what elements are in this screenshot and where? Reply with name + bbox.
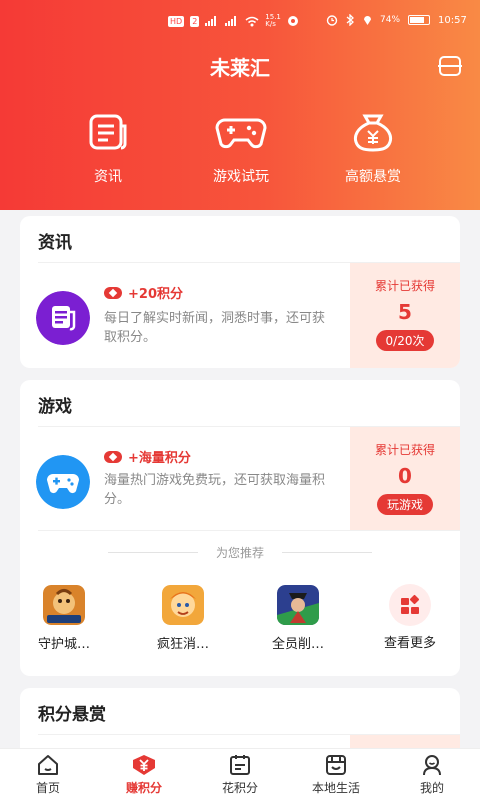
news-count-button[interactable]: 0/20次	[375, 330, 435, 351]
news-desc: 每日了解实时新闻，洞悉时事，还可获取积分。	[104, 311, 326, 345]
store-icon	[326, 755, 346, 775]
network-speed: 15.1 K/s	[265, 13, 281, 28]
wifi-icon	[245, 16, 259, 26]
header: HD 2 15.1 K/s 74% 10:57 未莱汇 资讯 游戏试玩 高额悬赏	[0, 0, 480, 210]
divider	[38, 530, 460, 531]
game-task-icon	[36, 455, 90, 509]
hd-badge: HD	[168, 15, 185, 27]
game-1-name: 守护城…	[37, 637, 90, 652]
view-more-label: 查看更多	[383, 636, 436, 651]
games-task-row[interactable]: +海量积分 海量热门游戏免费玩，还可获取海量积分。 累计已获得 0 玩游戏	[20, 427, 460, 530]
grid-icon	[389, 584, 431, 626]
scan-icon[interactable]	[438, 55, 462, 77]
battery-icon	[408, 15, 431, 25]
notification-icon	[287, 16, 298, 26]
game-2-thumbnail	[162, 585, 204, 625]
games-reward-text: +海量积分	[128, 451, 191, 466]
yen-icon	[133, 755, 155, 775]
tab-earn-points[interactable]: 赚积分	[96, 753, 192, 796]
games-section-title: 游戏	[38, 397, 72, 417]
status-bar: HD 2 15.1 K/s 74% 10:57	[0, 10, 480, 34]
games-desc: 海量热门游戏免费玩，还可获取海量积分。	[104, 473, 326, 507]
news-icon	[89, 114, 127, 150]
play-games-button[interactable]: 玩游戏	[376, 494, 433, 515]
games-earn-label: 累计已获得	[374, 443, 435, 457]
game-item-2[interactable]: 疯狂消…	[138, 585, 228, 652]
profile-icon	[423, 755, 441, 776]
tab-home[interactable]: 首页	[0, 753, 96, 796]
tab-profile-label: 我的	[419, 781, 444, 795]
signal-icon	[205, 16, 219, 26]
clock: 10:57	[438, 14, 467, 26]
game-3-thumbnail	[277, 585, 319, 625]
game-item-3[interactable]: 全员削…	[253, 585, 343, 652]
sim-badge: 2	[190, 15, 200, 27]
news-reward: +20积分	[104, 283, 183, 302]
alarm-icon	[326, 15, 338, 26]
games-section: 游戏 +海量积分 海量热门游戏免费玩，还可获取海量积分。 累计已获得 0 玩游戏…	[20, 380, 460, 676]
home-icon	[38, 755, 58, 775]
location-icon	[364, 16, 371, 25]
games-earn-panel: 累计已获得 0 玩游戏	[350, 427, 460, 530]
category-bounty[interactable]: 高额悬赏	[318, 112, 428, 186]
category-bounty-label: 高额悬赏	[345, 169, 401, 185]
game-3-name: 全员削…	[271, 637, 324, 652]
bottom-tab-bar: 首页 赚积分 花积分 本地生活 我的	[0, 748, 480, 800]
gamepad-icon	[215, 118, 267, 149]
games-reward: +海量积分	[104, 447, 191, 466]
bluetooth-icon	[346, 14, 354, 26]
news-section: 资讯 +20积分 每日了解实时新闻，洞悉时事，还可获取积分。 累计已获得 5 0…	[20, 216, 460, 368]
tab-home-label: 首页	[35, 781, 60, 795]
news-task-row[interactable]: +20积分 每日了解实时新闻，洞悉时事，还可获取积分。 累计已获得 5 0/20…	[20, 263, 460, 368]
points-icon	[104, 450, 122, 463]
calendar-icon	[230, 755, 250, 775]
game-item-1[interactable]: 守护城…	[20, 585, 109, 652]
tab-local-life-label: 本地生活	[311, 781, 360, 795]
bounty-section-title: 积分悬赏	[38, 705, 106, 725]
news-reward-text: +20积分	[128, 287, 183, 302]
tab-profile[interactable]: 我的	[384, 753, 480, 796]
points-icon	[104, 286, 122, 299]
news-earn-value: 5	[398, 300, 412, 324]
page-title: 未莱汇	[210, 56, 270, 80]
games-earn-value: 0	[398, 464, 412, 488]
money-bag-icon	[353, 114, 393, 152]
category-game-trial-label: 游戏试玩	[213, 169, 269, 185]
signal-icon-2	[225, 16, 239, 26]
view-more-games[interactable]: 查看更多	[365, 584, 455, 651]
news-earn-label: 累计已获得	[374, 279, 435, 293]
category-news[interactable]: 资讯	[53, 112, 163, 186]
news-section-title: 资讯	[38, 233, 72, 253]
tab-local-life[interactable]: 本地生活	[288, 753, 384, 796]
tab-earn-points-label: 赚积分	[125, 781, 162, 795]
battery-percent: 74%	[380, 15, 401, 25]
category-game-trial[interactable]: 游戏试玩	[186, 112, 296, 186]
news-earn-panel: 累计已获得 5 0/20次	[350, 263, 460, 368]
news-task-icon	[36, 291, 90, 345]
tab-spend-points-label: 花积分	[221, 781, 258, 795]
game-2-name: 疯狂消…	[156, 637, 209, 652]
tab-spend-points[interactable]: 花积分	[192, 753, 288, 796]
category-news-label: 资讯	[94, 169, 122, 185]
recommend-label: 为您推荐	[20, 544, 460, 561]
game-1-thumbnail	[43, 585, 85, 625]
